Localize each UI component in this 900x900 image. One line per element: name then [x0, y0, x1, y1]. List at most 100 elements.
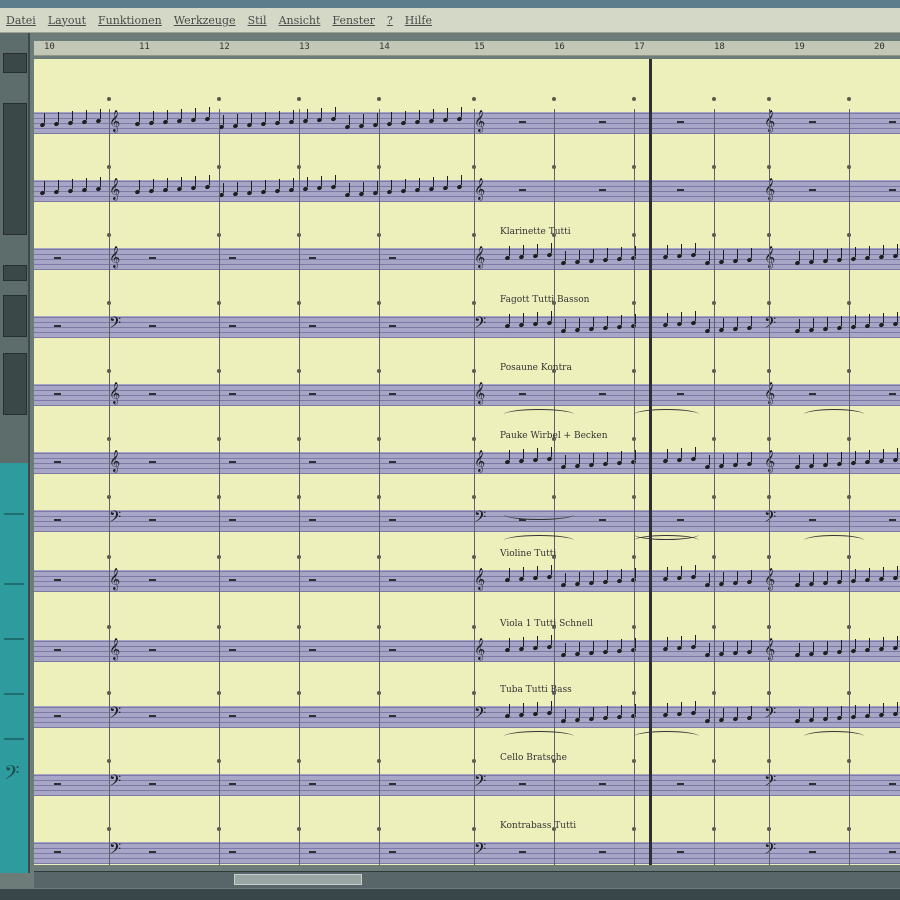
palette-button-1[interactable] [3, 53, 27, 73]
staff-label: Cello Bratsche [500, 753, 567, 763]
palette-button-group[interactable] [3, 103, 27, 235]
note-stem [737, 571, 738, 581]
note-stem [841, 248, 842, 258]
menu-item[interactable]: Werkzeuge [168, 14, 242, 27]
whole-rest [54, 715, 61, 717]
note-stem [551, 447, 552, 457]
note-stem [751, 452, 752, 462]
menu-item[interactable]: ? [381, 14, 399, 27]
menu-item[interactable]: Funktionen [92, 14, 168, 27]
whole-rest [677, 189, 684, 191]
whole-rest [54, 257, 61, 259]
ruler-measure-number[interactable]: 13 [299, 42, 310, 52]
note-stem [827, 707, 828, 717]
system-divider [649, 59, 652, 865]
note-stem [695, 565, 696, 575]
slur [634, 409, 699, 420]
palette-button-2[interactable] [3, 265, 27, 281]
ruler-measure-number[interactable]: 16 [554, 42, 565, 52]
note-stem [405, 111, 406, 121]
note-stem [607, 316, 608, 326]
panel-marker [4, 738, 24, 740]
ruler-measure-number[interactable]: 19 [794, 42, 805, 52]
whole-rest [229, 783, 236, 785]
slur [504, 509, 574, 520]
note-stem [667, 313, 668, 323]
ruler-measure-number[interactable]: 14 [379, 42, 390, 52]
whole-rest [599, 519, 606, 521]
note-stem [335, 107, 336, 117]
note-stem [751, 248, 752, 258]
staff-line [34, 405, 900, 406]
menu-item[interactable]: Stil [242, 14, 273, 27]
note-stem [565, 319, 566, 329]
note-stem [695, 701, 696, 711]
menu-item[interactable]: Hilfe [399, 14, 438, 27]
note-stem [695, 243, 696, 253]
ruler-measure-number[interactable]: 15 [474, 42, 485, 52]
note-stem [799, 251, 800, 261]
ruler-measure-number[interactable]: 20 [874, 42, 885, 52]
note-stem [607, 452, 608, 462]
note-stem [565, 251, 566, 261]
ruler-measure-number[interactable]: 17 [634, 42, 645, 52]
note-stem [181, 177, 182, 187]
whole-rest [677, 121, 684, 123]
ruler-measure-number[interactable]: 12 [219, 42, 230, 52]
whole-rest [389, 579, 396, 581]
whole-rest [54, 579, 61, 581]
whole-rest [677, 519, 684, 521]
beat-marker [632, 97, 636, 101]
note-stem [307, 177, 308, 187]
app-body: 𝄢 10 11 12 13 14 15 16 17 18 19 20 𝄞 𝄞 𝄞 𝄞 𝄞 𝄞 𝄞 𝄞 𝄞 𝄢 𝄢 𝄢 𝄞 𝄞 𝄞… [0, 33, 900, 900]
measure-ruler[interactable]: 10 11 12 13 14 15 16 17 18 19 20 [34, 41, 900, 56]
ruler-measure-number[interactable]: 18 [714, 42, 725, 52]
note-stem [321, 108, 322, 118]
clef-tool-icon[interactable]: 𝄢 [4, 763, 19, 787]
note-stem [209, 175, 210, 185]
note-stem [349, 115, 350, 125]
whole-rest [309, 325, 316, 327]
ruler-measure-number[interactable]: 11 [139, 42, 150, 52]
staff-line [34, 473, 900, 474]
bass-clef-icon: 𝄢 [764, 508, 777, 530]
treble-clef-icon: 𝄞 [474, 568, 486, 590]
panel-marker [4, 583, 24, 585]
score-view[interactable]: 𝄞𝄞𝄞𝄞𝄞𝄞𝄞𝄞𝄞𝄢𝄢𝄢𝄞𝄞𝄞𝄞𝄞𝄞𝄢𝄢𝄢𝄞𝄞𝄞𝄞𝄞𝄞𝄢𝄢𝄢𝄢𝄢𝄢𝄢𝄢𝄢Klar… [34, 59, 900, 865]
menu-item[interactable]: Ansicht [273, 14, 327, 27]
menu-item[interactable]: Layout [42, 14, 92, 27]
note-stem [537, 448, 538, 458]
slur [804, 535, 864, 546]
treble-clef-icon: 𝄞 [109, 450, 121, 472]
whole-rest [389, 519, 396, 521]
note-stem [813, 454, 814, 464]
note-stem [593, 249, 594, 259]
note-stem [523, 703, 524, 713]
ruler-measure-number[interactable]: 10 [44, 42, 55, 52]
whole-rest [309, 715, 316, 717]
note-stem [883, 703, 884, 713]
whole-rest [519, 851, 526, 853]
palette-button-3[interactable] [3, 295, 27, 337]
note-stem [869, 246, 870, 256]
horizontal-scrollbar[interactable] [34, 871, 900, 888]
note-stem [523, 313, 524, 323]
beat-marker [712, 97, 716, 101]
note-stem [841, 452, 842, 462]
menu-item[interactable]: Datei [0, 14, 42, 27]
scrollbar-thumb[interactable] [234, 874, 362, 885]
note-stem [607, 570, 608, 580]
staff-selector-panel: 𝄢 [0, 463, 30, 873]
whole-rest [54, 325, 61, 327]
palette-button-4[interactable] [3, 353, 27, 415]
note-stem [335, 175, 336, 185]
note-stem [72, 111, 73, 121]
note-stem [841, 640, 842, 650]
staff-label: Fagott Tutti Basson [500, 295, 590, 305]
note-stem [607, 248, 608, 258]
menu-item[interactable]: Fenster [326, 14, 380, 27]
treble-clef-icon: 𝄞 [109, 638, 121, 660]
note-stem [751, 570, 752, 580]
note-stem [723, 642, 724, 652]
note-stem [551, 635, 552, 645]
